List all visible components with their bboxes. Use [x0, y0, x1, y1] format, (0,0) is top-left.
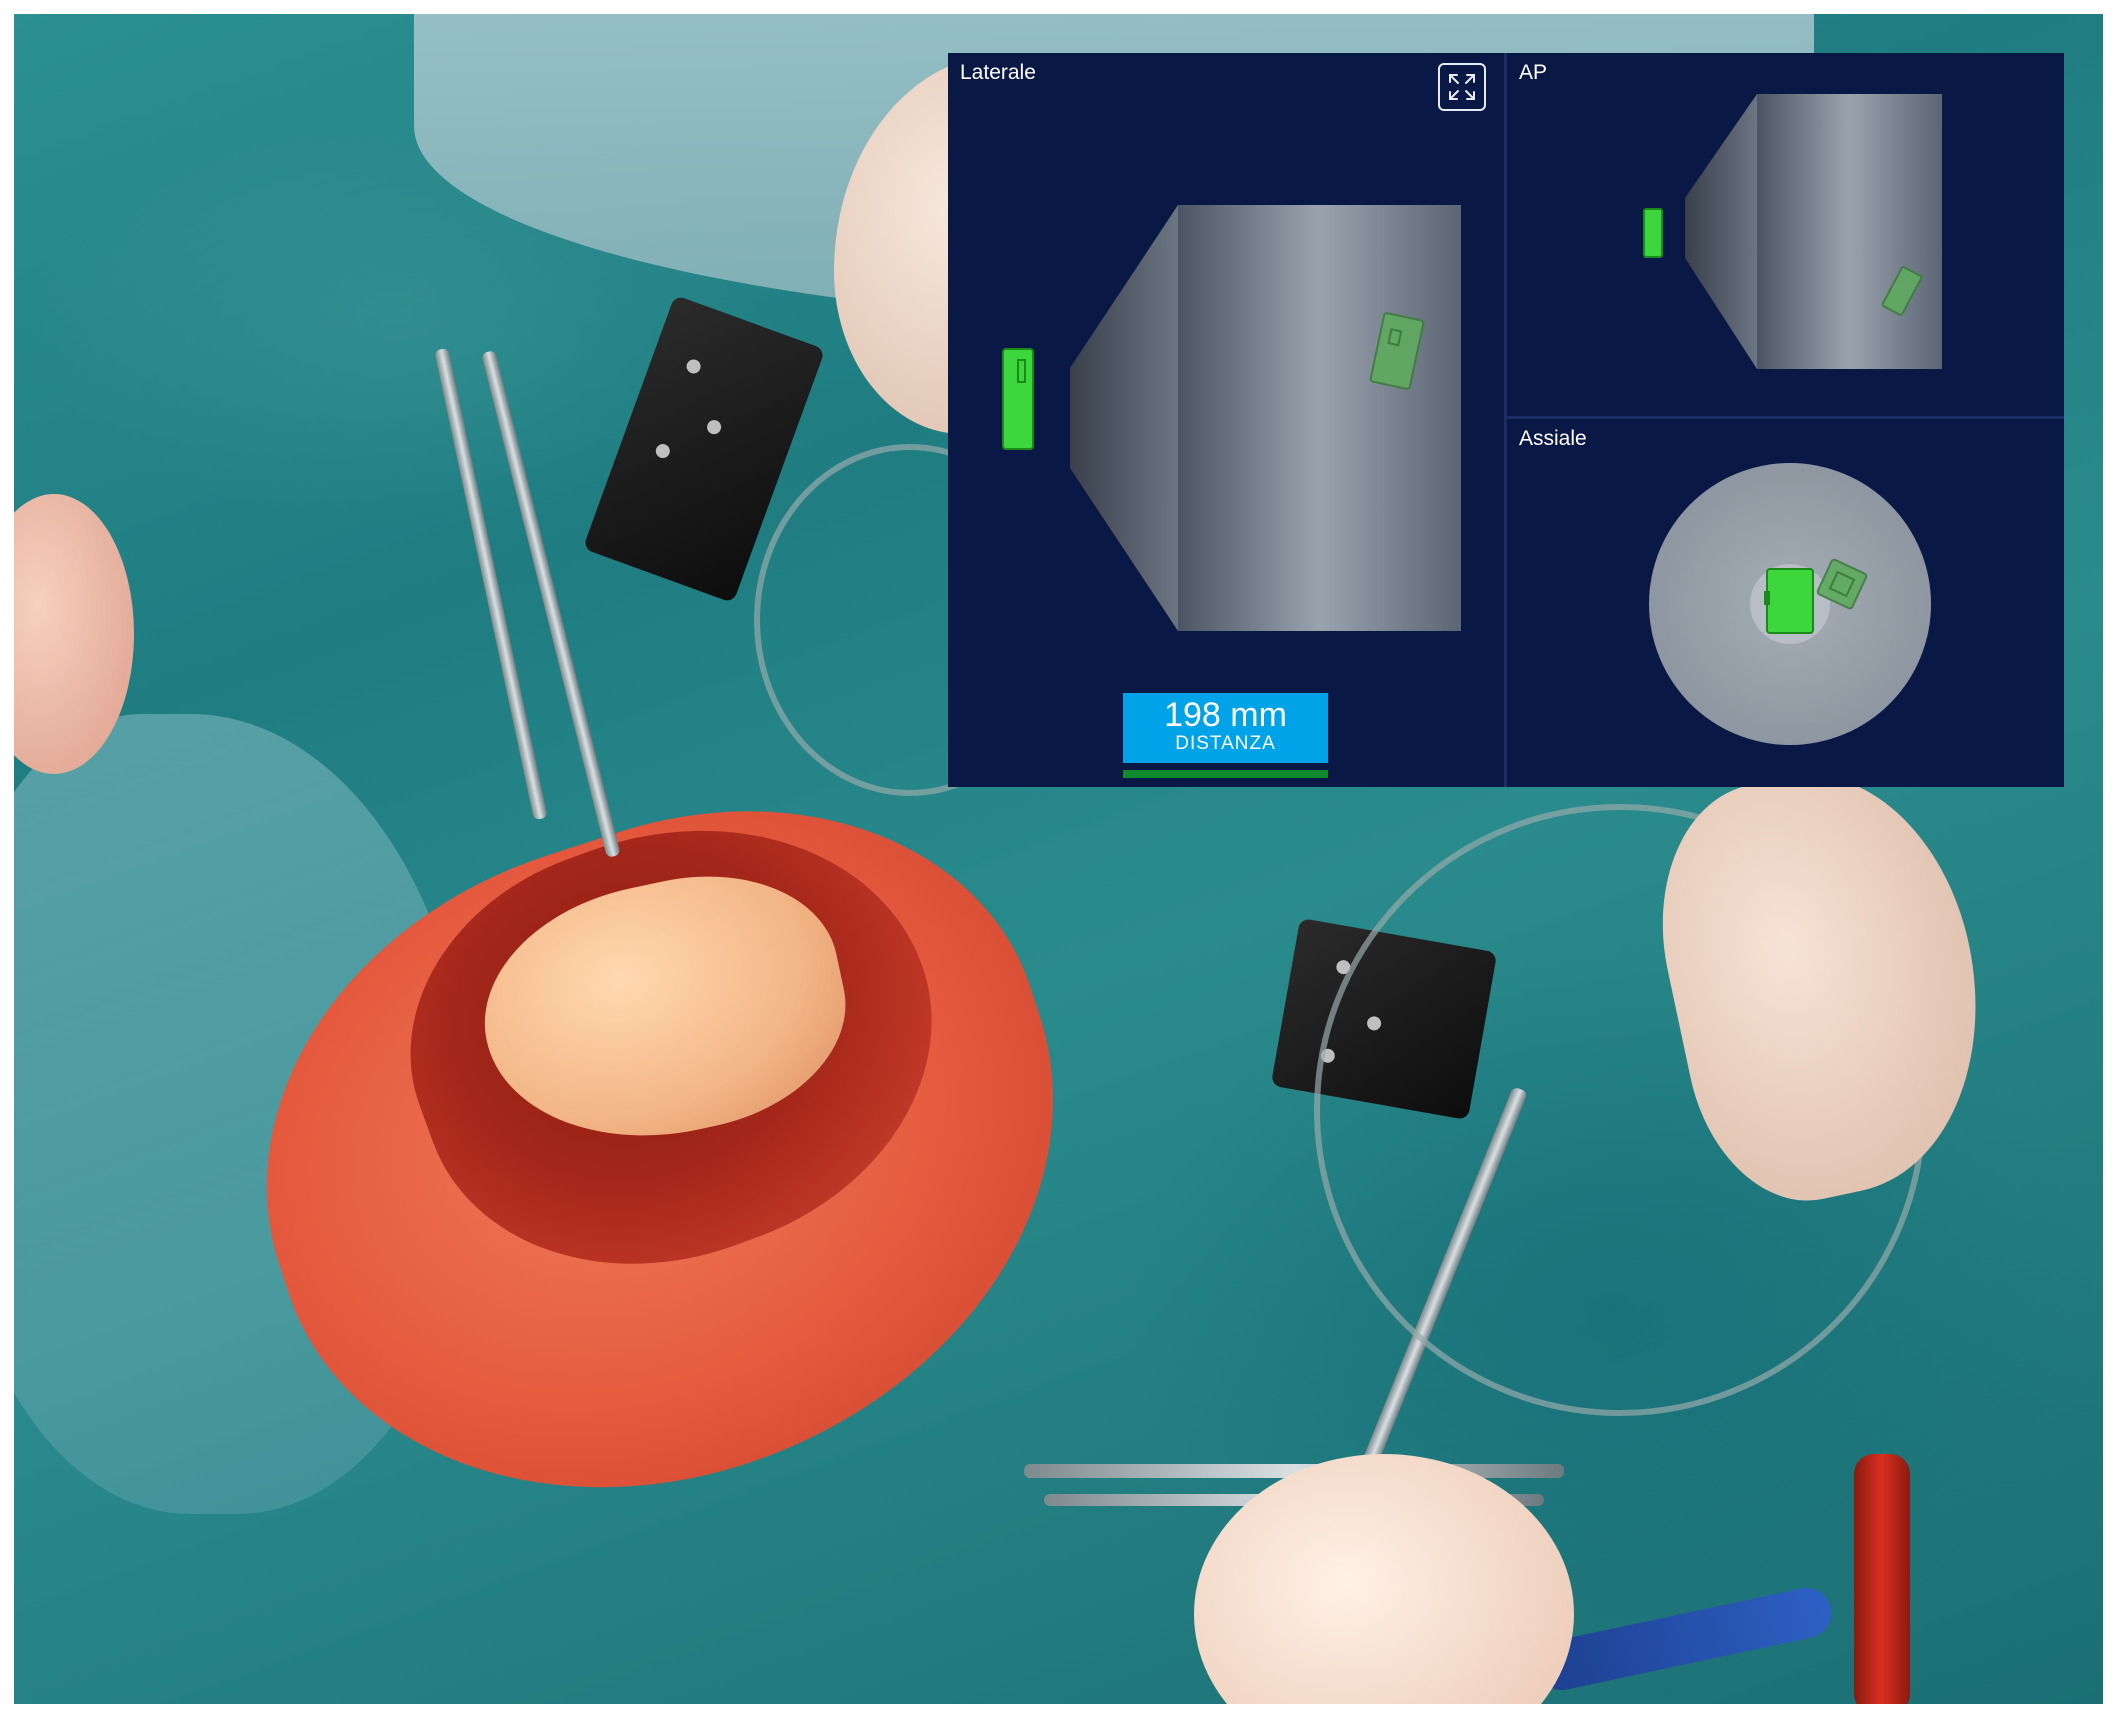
distance-value: 198 mm	[1164, 696, 1287, 734]
blue-instrument	[1532, 1583, 1836, 1695]
distance-readout: 198 mm DISTANZA	[1123, 693, 1328, 763]
working-volume-cone	[1685, 94, 1757, 369]
working-volume-cylinder	[1178, 205, 1461, 631]
ap-3d-view	[1643, 94, 1942, 369]
red-tube	[1854, 1454, 1910, 1704]
working-volume-cylinder	[1757, 94, 1942, 369]
instrument-marker-detail	[1764, 591, 1770, 605]
axial-3d-view	[1649, 463, 1931, 745]
instrument-marker	[1643, 208, 1663, 258]
working-volume-cone	[1070, 205, 1178, 631]
axial-view[interactable]: Assiale	[1507, 419, 2064, 787]
gloved-hand-bottom	[1194, 1454, 1574, 1704]
distance-label: DISTANZA	[1175, 733, 1276, 754]
instrument-marker	[1766, 568, 1814, 634]
navigation-overlay: Laterale 198 mm DISTANZA AP Assiale	[948, 53, 2064, 787]
lateral-view[interactable]: Laterale 198 mm DISTANZA	[948, 53, 1504, 787]
lateral-3d-view	[1002, 205, 1461, 631]
ap-view[interactable]: AP	[1507, 53, 2064, 416]
retractor-rod	[434, 347, 548, 821]
distance-status-bar	[1123, 770, 1328, 778]
